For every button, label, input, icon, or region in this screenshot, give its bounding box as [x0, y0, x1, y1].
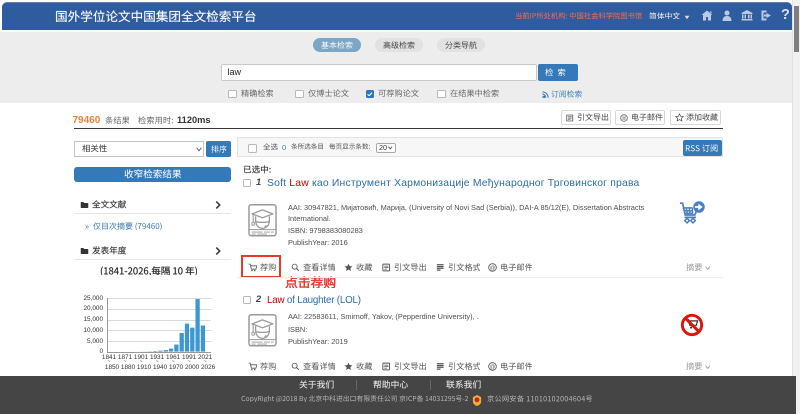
svg-text:@: @	[490, 265, 496, 271]
svg-text:@: @	[490, 364, 496, 370]
